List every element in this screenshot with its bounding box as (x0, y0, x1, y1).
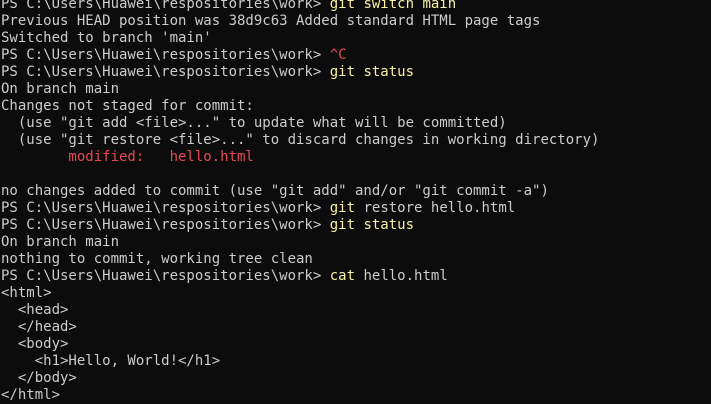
output-text: </head> (1, 319, 77, 335)
terminal-line: </body> (1, 370, 711, 387)
prompt-text: PS C:\Users\Huawei\respositories\work> (1, 47, 330, 63)
command-text: git (329, 200, 356, 216)
terminal-line: <h1>Hello, World!</h1> (1, 353, 711, 370)
output-text: <body> (1, 336, 69, 352)
output-text: Switched to branch 'main' (1, 30, 212, 46)
terminal-line: Switched to branch 'main' (1, 30, 711, 47)
output-text: no changes added to commit (use "git add… (1, 183, 549, 199)
output-text: (use "git add <file>..." to update what … (1, 115, 507, 131)
prompt-text: PS C:\Users\Huawei\respositories\work> (1, 217, 330, 233)
terminal-line: On branch main (1, 81, 711, 98)
command-text: git status (329, 217, 415, 233)
terminal-line: PS C:\Users\Huawei\respositories\work> g… (1, 217, 711, 234)
terminal-line: Previous HEAD position was 38d9c63 Added… (1, 13, 711, 30)
command-text: git switch main (329, 0, 457, 12)
output-text: </body> (1, 370, 77, 386)
command-text: cat (329, 268, 356, 284)
output-text: (use "git restore <file>..." to discard … (1, 132, 600, 148)
prompt-text: PS C:\Users\Huawei\respositories\work> (1, 200, 330, 216)
terminal-line: On branch main (1, 234, 711, 251)
interrupt-text: ^C (329, 47, 347, 63)
terminal-line: PS C:\Users\Huawei\respositories\work> ^… (1, 47, 711, 64)
output-text: <head> (1, 302, 69, 318)
terminal-line: PS C:\Users\Huawei\respositories\work> g… (1, 0, 711, 13)
output-text: Previous HEAD position was 38d9c63 Added… (1, 13, 541, 29)
terminal-line: <head> (1, 302, 711, 319)
prompt-text: PS C:\Users\Huawei\respositories\work> (1, 268, 330, 284)
terminal-line: <html> (1, 285, 711, 302)
terminal-line: PS C:\Users\Huawei\respositories\work> c… (1, 268, 711, 285)
output-text: nothing to commit, working tree clean (1, 251, 313, 267)
output-text: On branch main (1, 81, 120, 97)
command-text: git status (329, 64, 415, 80)
prompt-text: PS C:\Users\Huawei\respositories\work> (1, 0, 330, 12)
output-text: <h1>Hello, World!</h1> (1, 353, 221, 369)
terminal-line: </html> (1, 387, 711, 400)
terminal-line: (use "git restore <file>..." to discard … (1, 132, 711, 149)
output-text: <html> (1, 285, 52, 301)
prompt-text: PS C:\Users\Huawei\respositories\work> (1, 64, 330, 80)
output-text: </html> (1, 387, 61, 400)
terminal-line: </head> (1, 319, 711, 336)
terminal-line: Changes not staged for commit: (1, 98, 711, 115)
terminal-line: PS C:\Users\Huawei\respositories\work> g… (1, 200, 711, 217)
modified-file-line: modified: hello.html (1, 149, 254, 165)
terminal-line: (use "git add <file>..." to update what … (1, 115, 711, 132)
command-args: hello.html (355, 268, 448, 284)
terminal-line: <body> (1, 336, 711, 353)
output-text: On branch main (1, 234, 120, 250)
output-text: Changes not staged for commit: (1, 98, 254, 114)
terminal-line: nothing to commit, working tree clean (1, 251, 711, 268)
terminal-line: PS C:\Users\Huawei\respositories\work> g… (1, 64, 711, 81)
terminal-line: no changes added to commit (use "git add… (1, 183, 711, 200)
terminal-line: modified: hello.html (1, 149, 711, 166)
terminal-output[interactable]: PS C:\Users\Huawei\respositories\work> g… (0, 0, 711, 400)
command-args: restore hello.html (355, 200, 516, 216)
